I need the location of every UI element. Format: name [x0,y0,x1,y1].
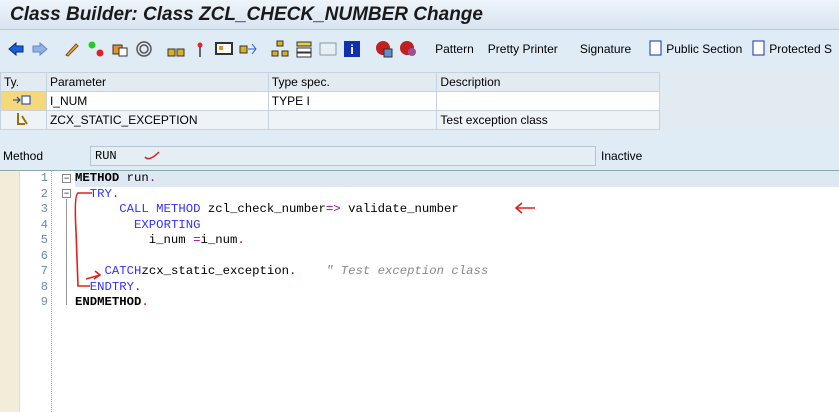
parameter-description[interactable]: Test exception class [436,110,660,130]
pretty-printer-button[interactable]: Pretty Printer [488,42,558,56]
table-empty-area [660,72,839,130]
section-icon [752,40,766,58]
user-breakpoint-icon[interactable] [399,40,417,58]
magic-wand-icon[interactable] [191,40,209,58]
parameter-name[interactable]: ZCX_STATIC_EXCEPTION [45,110,269,130]
checkmark-annotation-icon [144,151,160,160]
section-icon [649,40,663,58]
navigate-icon[interactable] [239,40,257,58]
svg-text:i: i [350,42,354,57]
method-status: Inactive [601,149,643,163]
importing-icon[interactable] [0,91,47,111]
hierarchy-icon[interactable] [167,40,185,58]
layout-icon[interactable] [319,40,337,58]
signature-button[interactable]: Signature [580,42,631,56]
forward-arrow-icon[interactable] [31,40,49,58]
table-row[interactable]: ZCX_STATIC_EXCEPTION Test exception clas… [0,110,660,130]
public-section-button[interactable]: Public Section [666,42,742,56]
red-annotations [74,192,535,287]
parameter-type-spec[interactable] [267,110,438,130]
protected-section-button[interactable]: Protected S [769,42,832,56]
stack-icon[interactable] [295,40,313,58]
parameters-table: Ty. Parameter Type spec. Description I_N… [0,72,660,130]
edit-pencil-icon[interactable] [63,40,81,58]
column-header-parameter[interactable]: Parameter [45,72,269,92]
application-toolbar: i Pattern Pretty Printer Signature Publi… [0,32,839,66]
where-used-icon[interactable] [135,40,153,58]
pattern-button[interactable]: Pattern [435,42,474,56]
activate-toggle-icon[interactable] [87,40,105,58]
info-icon[interactable]: i [343,40,361,58]
column-header-type[interactable]: Ty. [0,72,47,92]
exception-icon[interactable] [0,110,47,130]
parameter-name[interactable]: I_NUM [45,91,269,111]
method-row: Method RUN Inactive [0,146,839,168]
method-value: RUN [95,149,117,163]
column-header-type-spec[interactable]: Type spec. [267,72,438,92]
breakpoint-icon[interactable] [375,40,393,58]
back-arrow-icon[interactable] [7,40,25,58]
display-object-icon[interactable] [215,40,234,58]
table-row[interactable]: I_NUM TYPE I [0,91,660,111]
method-field[interactable]: RUN [90,146,596,166]
code-editor[interactable]: 123456789 − − METHOD run. TRY. CALL METH… [0,170,839,412]
object-list-icon[interactable] [111,40,129,58]
parameter-type-spec[interactable]: TYPE I [267,91,438,111]
column-header-description[interactable]: Description [436,72,660,92]
window-title: Class Builder: Class ZCL_CHECK_NUMBER Ch… [0,0,839,30]
method-label: Method [3,149,44,163]
parameter-description[interactable] [436,91,660,111]
class-hierarchy-icon[interactable] [271,40,289,58]
